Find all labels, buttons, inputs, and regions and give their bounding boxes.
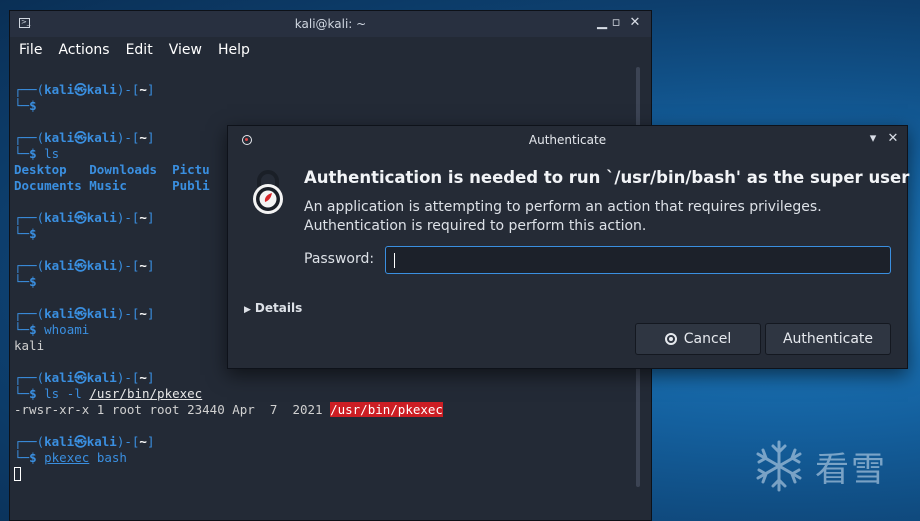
menu-edit[interactable]: Edit	[126, 42, 153, 58]
prompt-line: └─$ pkexec bash	[14, 450, 127, 465]
prompt-line: └─$ ls	[14, 146, 60, 161]
whoami-output: kali	[14, 338, 45, 353]
prompt-line: ┌──(kali㉿kali)-[~]	[14, 306, 155, 321]
terminal-menubar: File Actions Edit View Help	[10, 37, 651, 63]
prompt-line: ┌──(kali㉿kali)-[~]	[14, 130, 155, 145]
close-icon[interactable]: ✕	[628, 15, 642, 30]
terminal-title: kali@kali: ~	[294, 17, 367, 31]
watermark-text: 看雪	[815, 449, 887, 490]
password-label: Password:	[304, 251, 375, 267]
prompt-line: ┌──(kali㉿kali)-[~]	[14, 210, 155, 225]
dialog-minimize-icon[interactable]: ▾	[866, 131, 880, 146]
minimize-icon[interactable]: ▁	[595, 15, 609, 30]
text-caret	[394, 253, 395, 268]
menu-actions[interactable]: Actions	[58, 42, 109, 58]
lock-icon	[253, 170, 283, 214]
maximize-icon[interactable]: ▫	[609, 15, 623, 30]
prompt-line: └─$	[14, 98, 37, 113]
authenticate-dialog: Authenticate ▾ ✕ Authentication is neede…	[227, 125, 910, 369]
prompt-line: └─$	[14, 274, 37, 289]
cancel-button[interactable]: Cancel	[635, 323, 761, 355]
watermark: 看雪	[751, 436, 901, 496]
ls-output-row: Documents Music Publi	[14, 178, 210, 193]
dialog-title: Authenticate	[528, 133, 607, 147]
terminal-cursor	[14, 466, 21, 482]
prompt-line: └─$	[14, 226, 37, 241]
auth-description: An application is attempting to perform …	[304, 199, 822, 234]
menu-help[interactable]: Help	[218, 42, 250, 58]
prompt-line: └─$ whoami	[14, 322, 90, 337]
ls-l-output: -rwsr-xr-x 1 root root 23440 Apr 7 2021 …	[14, 402, 443, 417]
prompt-line: ┌──(kali㉿kali)-[~]	[14, 434, 155, 449]
dialog-close-icon[interactable]: ✕	[886, 131, 900, 146]
dialog-titlebar[interactable]: Authenticate ▾ ✕	[228, 126, 907, 154]
snowflake-icon	[756, 440, 802, 492]
ls-output-row: Desktop Downloads Pictu	[14, 162, 210, 177]
details-expander[interactable]: ▶ Details	[244, 301, 302, 315]
terminal-titlebar[interactable]: >_ kali@kali: ~ ▁ ▫ ✕	[10, 11, 651, 37]
expand-triangle-icon: ▶	[244, 305, 251, 315]
password-input[interactable]	[385, 246, 891, 274]
authenticate-button[interactable]: Authenticate	[765, 323, 891, 355]
prompt-line: ┌──(kali㉿kali)-[~]	[14, 370, 155, 385]
cancel-icon	[664, 333, 677, 345]
prompt-line: ┌──(kali㉿kali)-[~]	[14, 82, 155, 97]
menu-file[interactable]: File	[19, 42, 42, 58]
menu-view[interactable]: View	[169, 42, 202, 58]
prompt-line: └─$ ls -l /usr/bin/pkexec	[14, 386, 203, 401]
prompt-line: ┌──(kali㉿kali)-[~]	[14, 258, 155, 273]
auth-headline: Authentication is needed to run `/usr/bi…	[304, 168, 910, 187]
